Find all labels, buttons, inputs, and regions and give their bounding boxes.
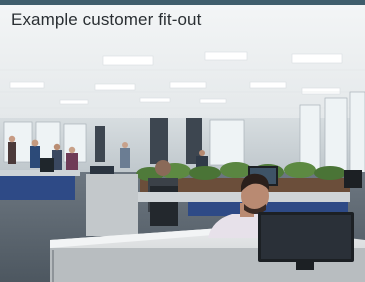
office-photo [0, 5, 365, 282]
monitor [258, 212, 354, 270]
photo-frame: Example customer fit-out [0, 0, 365, 282]
photo-caption: Example customer fit-out [11, 10, 202, 29]
partition [86, 174, 138, 236]
accent-rule [0, 0, 365, 5]
